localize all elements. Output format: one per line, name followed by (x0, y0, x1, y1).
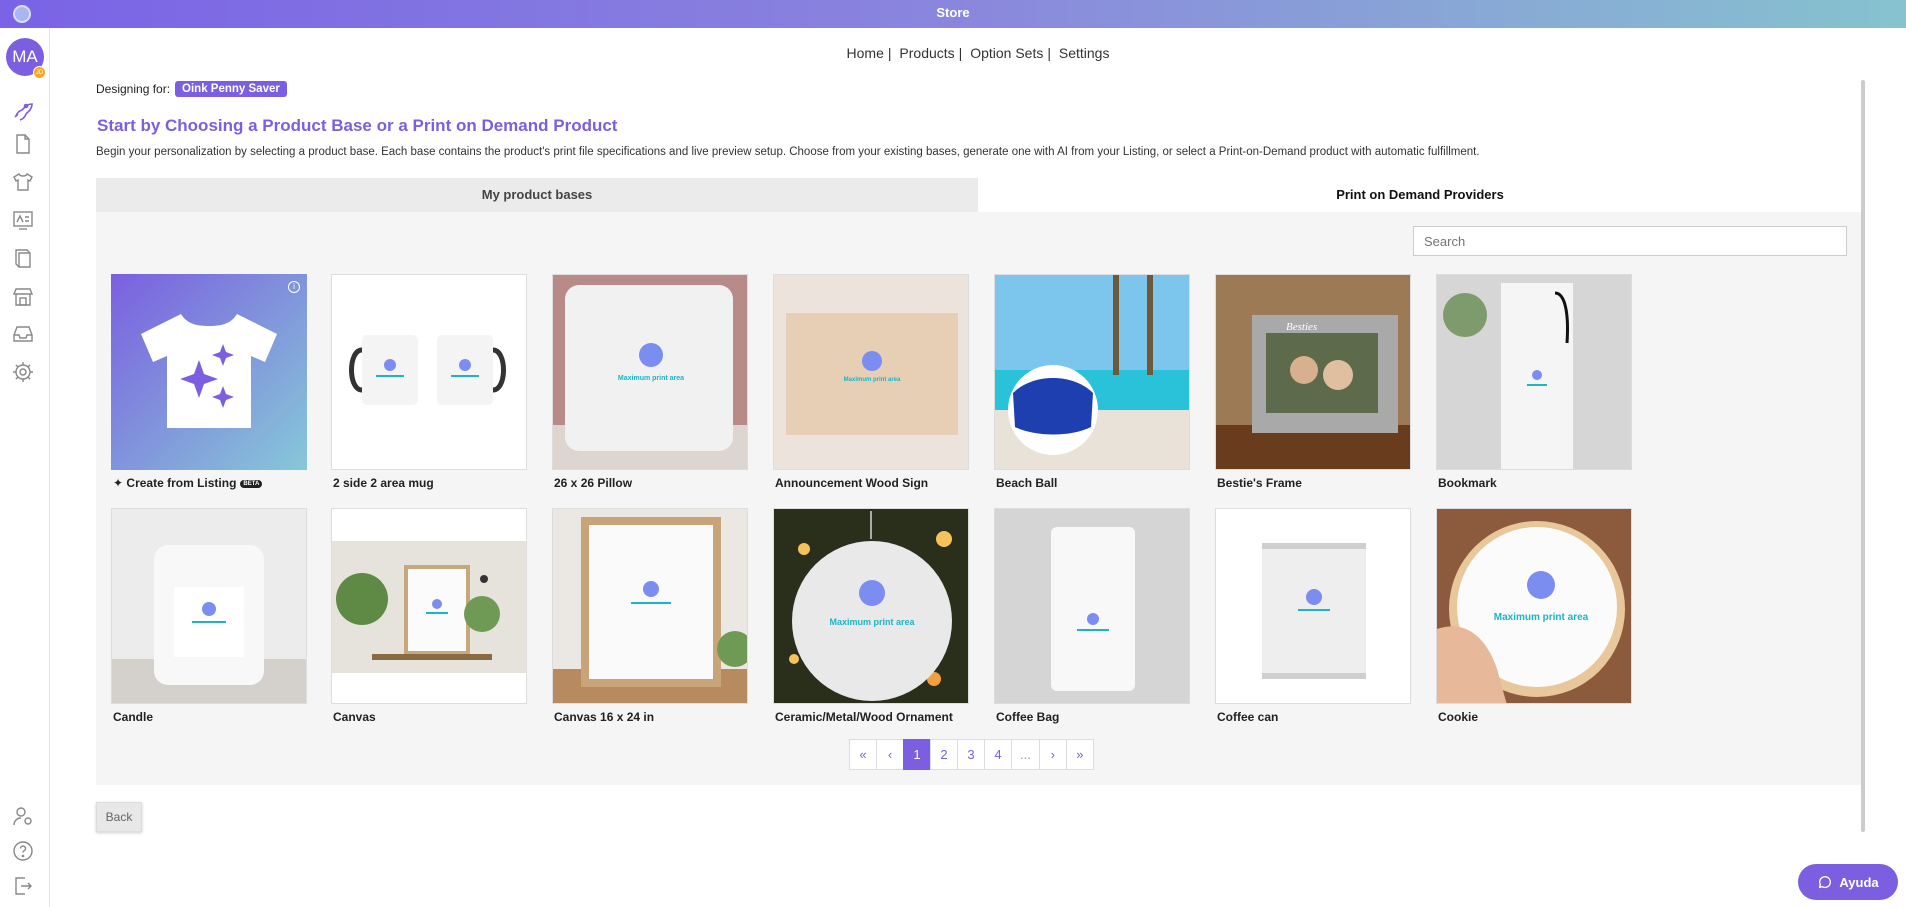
product-thumb (994, 508, 1190, 704)
product-label: Coffee Bag (996, 710, 1060, 724)
product-card[interactable]: Maximum print area Announcement Wood Sig… (773, 274, 969, 490)
product-card[interactable]: Maximum print area Cookie (1436, 508, 1632, 724)
product-label: Beach Ball (996, 476, 1058, 490)
page-first-button[interactable]: « (849, 739, 877, 770)
back-button[interactable]: Back (96, 802, 142, 832)
product-card[interactable]: Candle (111, 508, 307, 724)
tab-my-product-bases[interactable]: My product bases (96, 178, 978, 212)
product-label: Candle (113, 710, 154, 724)
product-label: 2 side 2 area mug (333, 476, 434, 490)
help-icon[interactable] (10, 838, 36, 864)
product-card[interactable]: Canvas 16 x 24 in (552, 508, 748, 724)
product-thumb: Maximum print area (773, 508, 969, 704)
page-last-button[interactable]: » (1065, 739, 1094, 770)
product-card[interactable]: Maximum print area Ceramic/Metal/Wood Or… (773, 508, 969, 724)
store-badge: Oink Penny Saver (175, 81, 287, 97)
page-4-button[interactable]: 4 (984, 739, 1012, 770)
window-title: Store (936, 5, 970, 20)
image-text-icon[interactable] (10, 207, 36, 233)
product-thumb (994, 274, 1190, 470)
page-prev-button[interactable]: ‹ (876, 739, 904, 770)
product-thumb (552, 508, 748, 704)
gear-icon[interactable] (10, 359, 36, 385)
rocket-icon[interactable] (10, 96, 36, 122)
create-from-listing-thumb: i (111, 274, 307, 470)
product-thumb (1436, 274, 1632, 470)
page-title: Start by Choosing a Product Base or a Pr… (97, 116, 618, 135)
nav-home[interactable]: Home (847, 45, 884, 61)
product-thumb: Besties (1215, 274, 1411, 470)
print-area-text: Maximum print area (618, 375, 684, 382)
store-icon[interactable] (10, 284, 36, 310)
print-area-text: Maximum print area (1494, 612, 1589, 623)
product-label: Canvas 16 x 24 in (554, 710, 655, 724)
product-label: Bookmark (1438, 476, 1497, 490)
product-thumb (111, 508, 307, 704)
page-description: Begin your personalization by selecting … (96, 146, 1480, 158)
product-thumb (1215, 508, 1411, 704)
page-next-button[interactable]: › (1038, 739, 1067, 770)
nav-products[interactable]: Products (899, 45, 954, 61)
chat-icon (1819, 876, 1832, 889)
tab-print-on-demand[interactable]: Print on Demand Providers (978, 178, 1862, 212)
product-label: Ceramic/Metal/Wood Ornament (775, 710, 953, 724)
product-label: 26 x 26 Pillow (554, 476, 633, 490)
product-thumb: Maximum print area (552, 274, 748, 470)
sparkle-icon: ✦ (113, 476, 124, 490)
page-3-button[interactable]: 3 (957, 739, 985, 770)
frame-script-text: Besties (1286, 321, 1317, 333)
product-thumb (331, 508, 527, 704)
product-label: Create from Listing (126, 476, 237, 490)
scrollbar[interactable] (1861, 80, 1865, 832)
page-ellipsis: ... (1011, 739, 1040, 770)
product-card[interactable]: Besties Bestie's Frame (1215, 274, 1411, 490)
tshirt-icon[interactable] (10, 169, 36, 195)
print-area-text: Maximum print area (829, 617, 915, 627)
print-area-text: Maximum print area (844, 377, 901, 383)
designing-for: Designing for: Oink Penny Saver (96, 81, 287, 97)
product-panel: My product bases Print on Demand Provide… (96, 178, 1862, 785)
nav-settings[interactable]: Settings (1059, 45, 1110, 61)
product-label: Bestie's Frame (1217, 476, 1302, 490)
page-1-button[interactable]: 1 (903, 739, 931, 770)
help-button-label: Ayuda (1839, 874, 1879, 890)
product-label: Cookie (1438, 710, 1479, 724)
product-label: Canvas (333, 710, 376, 724)
product-card[interactable]: Coffee Bag (994, 508, 1190, 724)
product-card[interactable]: Bookmark (1436, 274, 1632, 490)
info-icon[interactable]: i (288, 281, 300, 293)
avatar-initials: MA (12, 47, 38, 66)
nav-option-sets[interactable]: Option Sets (970, 45, 1043, 61)
product-card[interactable]: 2 side 2 area mug (331, 274, 527, 490)
user-settings-icon[interactable] (10, 803, 36, 829)
page-2-button[interactable]: 2 (930, 739, 958, 770)
document-icon[interactable] (10, 131, 36, 157)
product-card[interactable]: Coffee can (1215, 508, 1411, 724)
product-thumb (331, 274, 527, 470)
top-nav: Home | Products | Option Sets | Settings (846, 45, 1110, 61)
avatar-badge: JD (33, 66, 46, 79)
help-chat-button[interactable]: Ayuda (1798, 864, 1898, 900)
beta-badge: BETA (240, 479, 263, 488)
designing-label: Designing for: (96, 82, 171, 96)
product-card[interactable]: Maximum print area 26 x 26 Pillow (552, 274, 748, 490)
sidebar: MA JD (0, 28, 50, 907)
logout-icon[interactable] (10, 873, 36, 899)
inbox-icon[interactable] (10, 321, 36, 347)
product-label: Coffee can (1217, 710, 1279, 724)
pagination: « ‹ 1 2 3 4 ... › » (849, 739, 1094, 770)
product-card[interactable]: Canvas (331, 508, 527, 724)
product-thumb: Maximum print area (1436, 508, 1632, 704)
book-icon[interactable] (10, 245, 36, 271)
app-logo-icon[interactable] (13, 5, 31, 23)
search-input[interactable] (1413, 226, 1847, 256)
product-card[interactable]: Beach Ball (994, 274, 1190, 490)
product-thumb: Maximum print area (773, 274, 969, 470)
title-bar: Store (0, 0, 1906, 28)
product-label: Announcement Wood Sign (775, 476, 929, 490)
product-card-create-from-listing[interactable]: i ✦ Create from Listing BETA (111, 274, 307, 490)
